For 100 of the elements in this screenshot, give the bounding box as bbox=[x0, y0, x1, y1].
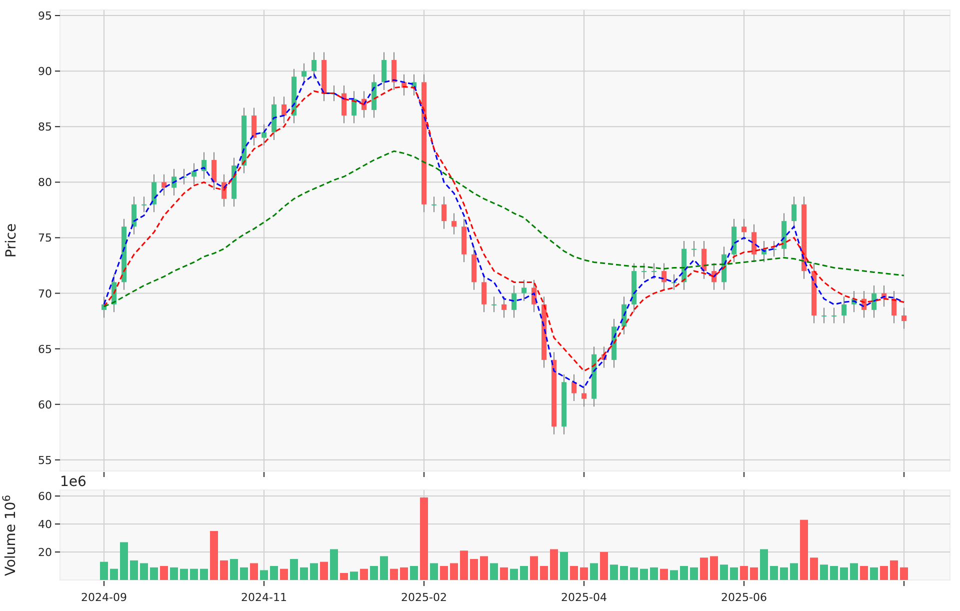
candlestick bbox=[752, 224, 756, 263]
candlestick bbox=[572, 374, 576, 402]
candlestick bbox=[252, 107, 256, 146]
volume-bar bbox=[260, 570, 268, 580]
tick-mark bbox=[54, 496, 60, 497]
volume-bar bbox=[580, 567, 588, 580]
candlestick bbox=[512, 285, 516, 318]
tick-mark bbox=[54, 126, 60, 128]
volume-bar bbox=[290, 559, 298, 580]
candlestick bbox=[852, 290, 856, 313]
volume-bar bbox=[190, 568, 198, 580]
candlestick bbox=[592, 346, 596, 408]
candlestick bbox=[862, 290, 866, 318]
axis-offset-label: 1e6 bbox=[60, 474, 86, 490]
volume-bar bbox=[860, 566, 868, 580]
volume-bar bbox=[890, 560, 898, 580]
candlestick bbox=[842, 296, 846, 324]
candlestick bbox=[142, 196, 146, 213]
candlestick bbox=[382, 52, 386, 90]
candlestick bbox=[262, 124, 266, 146]
volume-bar bbox=[240, 567, 248, 580]
candlestick bbox=[372, 74, 376, 118]
candlestick bbox=[672, 274, 676, 290]
tick-label: 2025-06 bbox=[721, 591, 767, 604]
candlestick bbox=[692, 240, 696, 258]
candlestick bbox=[662, 262, 666, 290]
candlestick bbox=[652, 262, 656, 280]
volume-bar bbox=[660, 568, 668, 580]
volume-bar bbox=[700, 558, 708, 580]
volume-bar bbox=[720, 564, 728, 580]
volume-bar bbox=[760, 549, 768, 580]
volume-bar bbox=[110, 568, 118, 580]
tick-label: 2024-11 bbox=[241, 591, 287, 604]
candlestick bbox=[472, 246, 476, 290]
candlestick bbox=[582, 384, 586, 408]
volume-bar bbox=[320, 562, 328, 580]
volume-bar bbox=[410, 566, 418, 580]
volume-bar bbox=[450, 563, 458, 580]
volume-bar bbox=[830, 566, 838, 580]
volume-bar bbox=[900, 567, 908, 580]
tick-label: 2025-02 bbox=[401, 591, 447, 604]
volume-bar bbox=[230, 559, 238, 580]
candlestick bbox=[162, 174, 166, 196]
tick-mark bbox=[54, 404, 60, 405]
volume-bar bbox=[810, 558, 818, 580]
candlestick bbox=[812, 262, 816, 324]
volume-bar bbox=[840, 567, 848, 580]
candlestick bbox=[892, 290, 896, 324]
candlestick bbox=[872, 285, 876, 318]
volume-bar bbox=[380, 556, 388, 580]
volume-bar bbox=[710, 556, 718, 580]
volume-bar bbox=[520, 566, 528, 580]
candlestick bbox=[432, 196, 436, 213]
volume-bar bbox=[780, 567, 788, 580]
candlestick bbox=[462, 218, 466, 263]
tick-mark bbox=[54, 459, 60, 460]
tick-mark bbox=[54, 237, 60, 238]
volume-bar bbox=[680, 566, 688, 580]
candlestick bbox=[102, 296, 106, 318]
volume-bar bbox=[310, 563, 318, 580]
candlestick bbox=[212, 152, 216, 190]
tick-mark bbox=[54, 348, 60, 350]
volume-bar bbox=[170, 567, 178, 580]
volume-bar bbox=[670, 570, 678, 580]
candlestick bbox=[602, 346, 606, 368]
volume-bar bbox=[610, 564, 618, 580]
candlestick bbox=[612, 318, 616, 368]
candlestick bbox=[442, 196, 446, 230]
tick-label: 60 bbox=[38, 490, 52, 504]
candlestick bbox=[822, 307, 826, 324]
volume-bar bbox=[640, 568, 648, 580]
candlestick bbox=[522, 279, 526, 302]
volume-bar bbox=[430, 563, 438, 580]
volume-bar bbox=[800, 520, 808, 580]
candlestick bbox=[182, 168, 186, 185]
candlestick bbox=[742, 218, 746, 240]
tick-mark bbox=[54, 15, 60, 16]
candlestick bbox=[632, 262, 636, 313]
tick-mark bbox=[54, 70, 60, 72]
candlestick bbox=[882, 285, 886, 308]
volume-bar bbox=[730, 567, 738, 580]
candlestick bbox=[342, 85, 346, 124]
tick-label: 90 bbox=[38, 65, 52, 78]
volume-bar bbox=[140, 563, 148, 580]
volume-bar bbox=[360, 568, 368, 580]
tick-label: 95 bbox=[38, 10, 52, 23]
candlestick bbox=[192, 162, 196, 185]
volume-bar bbox=[850, 563, 858, 580]
volume-bar bbox=[630, 567, 638, 580]
candlestick bbox=[502, 296, 506, 318]
volume-bar bbox=[510, 568, 518, 580]
volume-bar bbox=[150, 567, 158, 580]
candlestick bbox=[132, 196, 136, 235]
candlestick bbox=[312, 52, 316, 80]
candlestick bbox=[402, 74, 406, 96]
volume-bar bbox=[530, 556, 538, 580]
axis-title: Price bbox=[2, 223, 20, 258]
volume-bar bbox=[600, 552, 608, 580]
candlestick bbox=[482, 274, 486, 313]
volume-bar bbox=[200, 568, 208, 580]
